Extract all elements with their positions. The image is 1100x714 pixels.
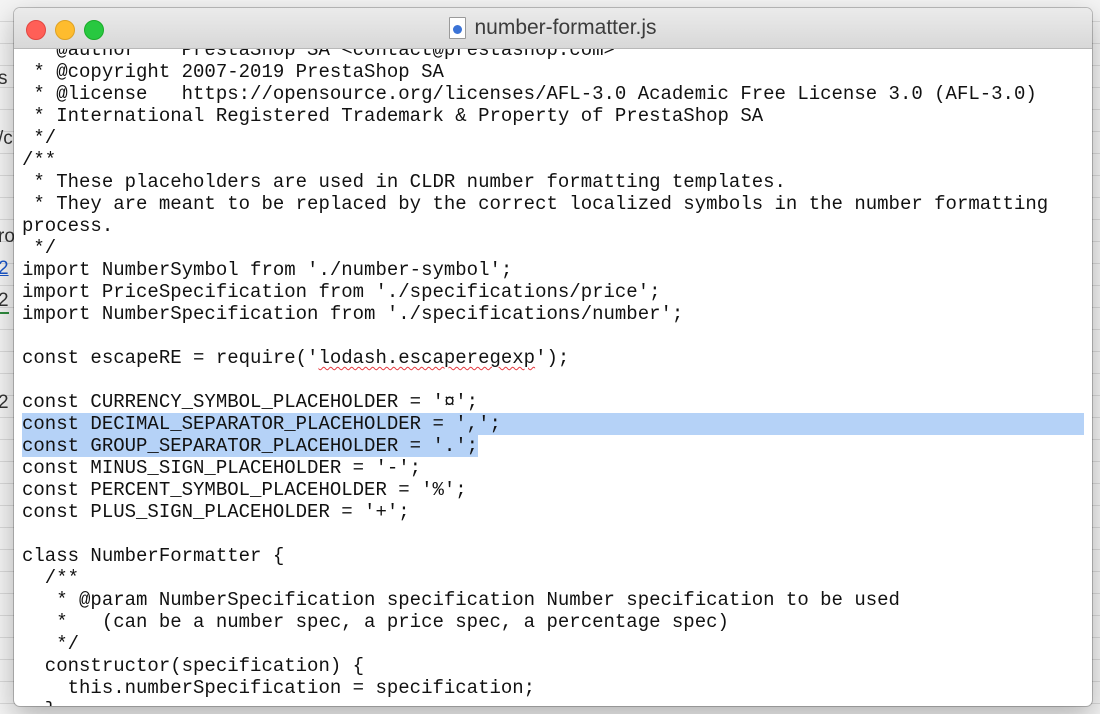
code-line[interactable]: * @param NumberSpecification specificati… [22, 589, 1084, 611]
code-line[interactable]: const PERCENT_SYMBOL_PLACEHOLDER = '%'; [22, 479, 1084, 501]
code-line[interactable]: /** [22, 567, 1084, 589]
code-text-area[interactable]: * @author PrestaShop SA <contact@prestas… [22, 49, 1084, 706]
code-line[interactable]: * @copyright 2007-2019 PrestaShop SA [22, 61, 1084, 83]
selected-text[interactable]: const DECIMAL_SEPARATOR_PLACEHOLDER = ',… [22, 413, 501, 435]
bg-fragment: /c [0, 128, 13, 149]
bg-fragment: 2 [0, 290, 9, 314]
bg-fragment: 2 [0, 392, 9, 413]
code-editor[interactable]: * @author PrestaShop SA <contact@prestas… [14, 49, 1092, 706]
code-line[interactable]: class NumberFormatter { [22, 545, 1084, 567]
misspelled-word[interactable]: lodash.escaperegexp [318, 347, 535, 369]
code-line[interactable]: const escapeRE = require('lodash.escaper… [22, 347, 1084, 369]
code-line[interactable]: } [22, 699, 1084, 706]
code-line[interactable]: * These placeholders are used in CLDR nu… [22, 171, 1084, 193]
selected-text[interactable]: const GROUP_SEPARATOR_PLACEHOLDER = '.'; [22, 435, 479, 457]
bg-fragment: ro [0, 226, 15, 247]
code-line[interactable]: */ [22, 237, 1084, 259]
bg-fragment: s [0, 68, 8, 89]
code-line[interactable]: const DECIMAL_SEPARATOR_PLACEHOLDER = ',… [22, 413, 1084, 435]
title-bar[interactable]: number-formatter.js [14, 8, 1092, 49]
code-line[interactable]: * @author PrestaShop SA <contact@prestas… [22, 49, 1084, 61]
code-line[interactable]: process. [22, 215, 1084, 237]
background-left-edge: s /c ro 2 2 2 [0, 0, 15, 714]
code-line[interactable]: import PriceSpecification from './specif… [22, 281, 1084, 303]
code-line[interactable]: this.numberSpecification = specification… [22, 677, 1084, 699]
code-line[interactable]: * International Registered Trademark & P… [22, 105, 1084, 127]
code-line[interactable]: constructor(specification) { [22, 655, 1084, 677]
code-text: const escapeRE = require(' [22, 347, 319, 369]
window-title-text: number-formatter.js [474, 16, 657, 39]
code-text: '); [535, 347, 570, 369]
bg-fragment: 2 [0, 258, 9, 279]
editor-window: number-formatter.js * @author PrestaShop… [14, 8, 1092, 706]
code-line[interactable] [22, 325, 1084, 347]
js-file-icon[interactable] [449, 17, 467, 39]
code-line[interactable]: /** [22, 149, 1084, 171]
window-title: number-formatter.js [14, 8, 1092, 48]
code-line[interactable] [22, 523, 1084, 545]
code-line[interactable]: */ [22, 127, 1084, 149]
code-line[interactable]: const GROUP_SEPARATOR_PLACEHOLDER = '.'; [22, 435, 1084, 457]
code-line[interactable]: import NumberSymbol from './number-symbo… [22, 259, 1084, 281]
code-line[interactable]: const MINUS_SIGN_PLACEHOLDER = '-'; [22, 457, 1084, 479]
code-line[interactable]: * (can be a number spec, a price spec, a… [22, 611, 1084, 633]
code-line[interactable] [22, 369, 1084, 391]
code-line[interactable]: */ [22, 633, 1084, 655]
code-line[interactable]: import NumberSpecification from './speci… [22, 303, 1084, 325]
code-line[interactable]: * They are meant to be replaced by the c… [22, 193, 1084, 215]
code-line[interactable]: const CURRENCY_SYMBOL_PLACEHOLDER = '¤'; [22, 391, 1084, 413]
code-line[interactable]: * @license https://opensource.org/licens… [22, 83, 1084, 105]
code-line[interactable]: const PLUS_SIGN_PLACEHOLDER = '+'; [22, 501, 1084, 523]
